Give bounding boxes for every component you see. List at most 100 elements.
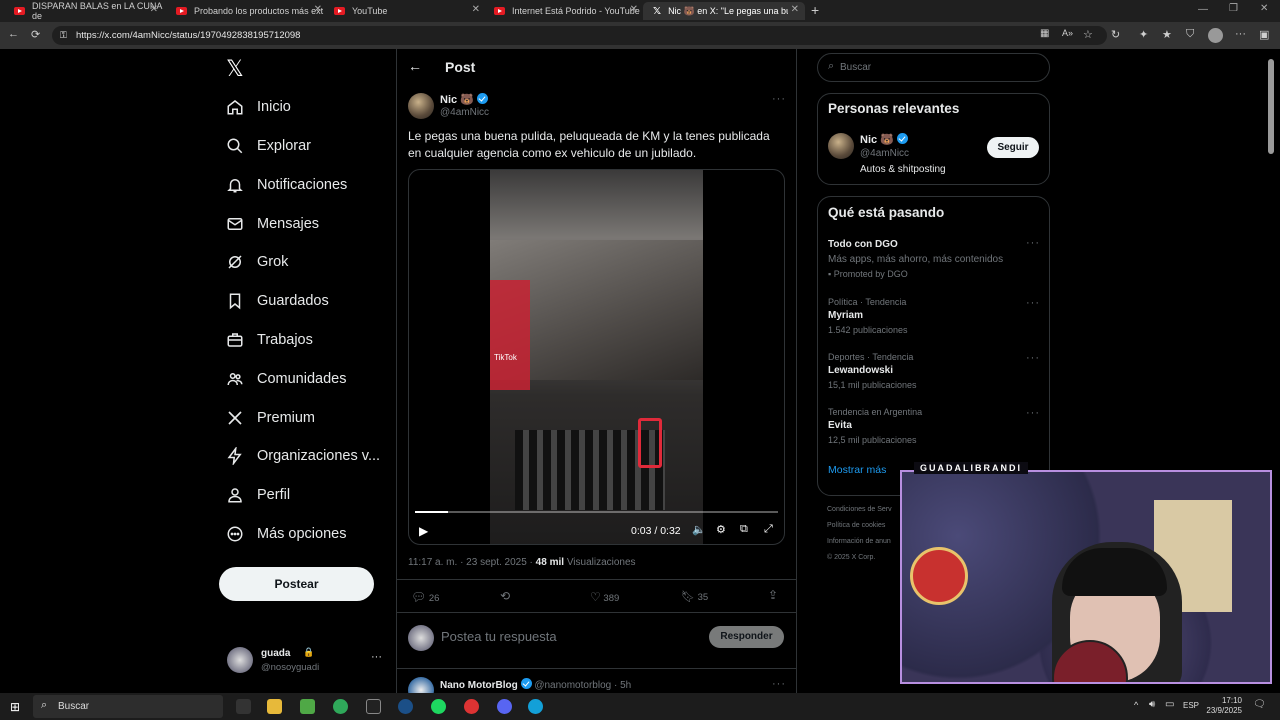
shield-icon[interactable]: ⛉ (1186, 28, 1194, 41)
app-icon[interactable]: ▦ (1040, 28, 1049, 39)
follow-button[interactable]: Seguir (987, 137, 1039, 158)
trend-item-4[interactable]: Tendencia en Argentina Evita 12,5 mil pu… (828, 407, 922, 445)
browser-tab-3[interactable]: YouTube ✕ (324, 2, 486, 20)
back-arrow-icon[interactable]: ← (408, 58, 422, 74)
trend-item-3[interactable]: Deportes · Tendencia Lewandowski 15,1 mi… (828, 352, 917, 390)
x-logo-icon[interactable]: 𝕏 (226, 56, 244, 82)
site-info-icon[interactable]: ⚿ (60, 26, 67, 45)
browser-tab-4[interactable]: Internet Está Podrido - YouTube ✕ (484, 2, 644, 20)
more-options-icon[interactable]: ··· (1026, 407, 1040, 419)
browser-tab-5-active[interactable]: 𝕏 Nic 🐻 en X: "Le pegas una buen ✕ (643, 2, 805, 20)
close-icon[interactable]: ✕ (630, 4, 638, 15)
more-options-icon[interactable]: ··· (1026, 237, 1040, 249)
show-more-link[interactable]: Mostrar más (828, 464, 886, 476)
relevant-name[interactable]: Nic 🐻 (860, 133, 908, 146)
minimize-icon[interactable]: — (1198, 4, 1208, 15)
close-icon[interactable]: ✕ (314, 4, 322, 15)
video-player[interactable]: TikTok ▶ 0:03 / 0:32 🔈 ⚙ ⧉ ⤢ (408, 169, 785, 545)
trend-item-2[interactable]: Política · Tendencia Myriam 1.542 public… (828, 297, 908, 335)
footer-link[interactable]: Política de cookies (827, 518, 892, 534)
nav-item-comunidades[interactable]: Comunidades (226, 366, 346, 392)
clock[interactable]: 17:10 23/9/2025 (1204, 696, 1242, 716)
nav-item-explorar[interactable]: Explorar (226, 133, 311, 159)
address-bar[interactable]: ⚿ https://x.com/4amNicc/status/197049283… (52, 26, 1107, 45)
reply-button[interactable]: Responder (709, 626, 784, 648)
edge-browser-icon[interactable] (528, 699, 543, 714)
picture-in-picture-icon[interactable]: ⧉ (740, 523, 748, 536)
read-aloud-icon[interactable]: A» (1062, 28, 1073, 38)
nav-item-perfil[interactable]: Perfil (226, 482, 290, 508)
network-icon[interactable]: ▭ (1165, 699, 1174, 710)
close-icon[interactable]: ✕ (150, 4, 158, 15)
new-tab-plus-icon[interactable]: + (811, 2, 819, 18)
nav-item-notificaciones[interactable]: Notificaciones (226, 172, 347, 198)
reply-input[interactable]: Postea tu respuesta (441, 629, 557, 644)
scrollbar-thumb[interactable] (1268, 59, 1274, 154)
post-button[interactable]: Postear (219, 567, 374, 601)
author-avatar[interactable] (408, 93, 434, 119)
tray-chevron-icon[interactable]: ^ (1134, 700, 1138, 710)
footer-link[interactable]: Condiciones de Serv (827, 502, 892, 518)
notifications-icon[interactable]: 🗨︎ (1253, 699, 1266, 710)
author-handle[interactable]: @4amNicc (440, 107, 489, 118)
nav-item-grok[interactable]: Grok (226, 249, 288, 275)
next-post-header[interactable]: Nano MotorBlog @nanomotorblog · 5h (440, 678, 631, 691)
task-view-icon[interactable] (236, 699, 251, 714)
volume-icon[interactable]: 🔈 (692, 523, 706, 536)
more-menu-icon[interactable]: ··· (1235, 28, 1246, 40)
favorites-icon[interactable]: ★ (1162, 28, 1172, 41)
relevant-avatar[interactable] (828, 133, 854, 159)
account-switcher[interactable]: guada 🔒 @nosoyguadi ··· (219, 639, 389, 679)
more-options-icon[interactable]: ··· (772, 678, 786, 690)
bookmark-action[interactable]: 🔖︎ 35 (681, 590, 708, 603)
browser-tab-1[interactable]: DISPARAN BALAS en LA CUNA de ✕ (4, 1, 164, 21)
repost-icon[interactable]: ⟲ (500, 589, 510, 603)
reply-action[interactable]: 💬︎ 26 (411, 590, 439, 604)
more-options-icon[interactable]: ··· (772, 93, 786, 105)
like-action[interactable]: ♡ 389 (590, 590, 619, 604)
maximize-icon[interactable]: ❐ (1229, 3, 1238, 14)
language-indicator[interactable]: ESP (1183, 701, 1199, 710)
nav-item-premium[interactable]: Premium (226, 405, 315, 431)
nav-item-mas-opciones[interactable]: Más opciones (226, 521, 346, 547)
back-arrow-icon[interactable]: ← (8, 28, 19, 40)
search-box[interactable]: ⌕ Buscar (817, 53, 1050, 82)
share-icon[interactable]: ⇪ (768, 588, 778, 602)
steam-icon[interactable] (398, 699, 413, 714)
nav-item-mensajes[interactable]: Mensajes (226, 211, 319, 237)
play-icon[interactable]: ▶ (419, 524, 428, 538)
speaker-icon[interactable]: 🔊︎ (1149, 699, 1155, 710)
discord-icon[interactable] (497, 699, 512, 714)
windows-start-icon[interactable]: ⊞ (10, 700, 20, 714)
more-options-icon[interactable]: ··· (1026, 297, 1040, 309)
footer-link[interactable]: Información de anun (827, 534, 892, 550)
video-progress-track[interactable] (415, 511, 778, 513)
window-close-icon[interactable]: ✕ (1260, 3, 1268, 14)
refresh-icon[interactable]: ⟳ (31, 28, 40, 41)
extension-icon[interactable]: ✦ (1139, 28, 1148, 41)
obs-icon[interactable] (464, 699, 479, 714)
xbox-icon[interactable] (333, 699, 348, 714)
close-icon[interactable]: ✕ (472, 4, 480, 15)
settings-gear-icon[interactable]: ⚙ (716, 523, 726, 536)
nav-item-guardados[interactable]: Guardados (226, 288, 329, 314)
nav-item-trabajos[interactable]: Trabajos (226, 327, 313, 353)
epic-games-icon[interactable] (366, 699, 381, 714)
taskbar-search[interactable]: ⌕ Buscar (33, 695, 223, 718)
sync-icon[interactable]: ↻ (1111, 28, 1120, 41)
more-options-icon[interactable]: ··· (1026, 352, 1040, 364)
favorite-star-icon[interactable]: ☆ (1083, 28, 1093, 41)
close-icon[interactable]: ✕ (791, 4, 799, 15)
author-name[interactable]: Nic 🐻 (440, 93, 488, 106)
nav-item-inicio[interactable]: Inicio (226, 94, 291, 120)
minecraft-icon[interactable] (300, 699, 315, 714)
nav-item-organizaciones[interactable]: Organizaciones v... (226, 443, 380, 469)
trend-item-1[interactable]: Todo con DGO Más apps, más ahorro, más c… (828, 239, 1003, 279)
spotify-icon[interactable] (431, 699, 446, 714)
browser-tab-2[interactable]: Probando los productos más ext ✕ (166, 2, 328, 20)
sidebar-toggle-icon[interactable]: ▣ (1259, 28, 1269, 41)
profile-avatar-icon[interactable] (1208, 28, 1223, 43)
avatar[interactable] (408, 677, 434, 693)
fullscreen-icon[interactable]: ⤢ (764, 523, 773, 536)
file-explorer-icon[interactable] (267, 699, 282, 714)
